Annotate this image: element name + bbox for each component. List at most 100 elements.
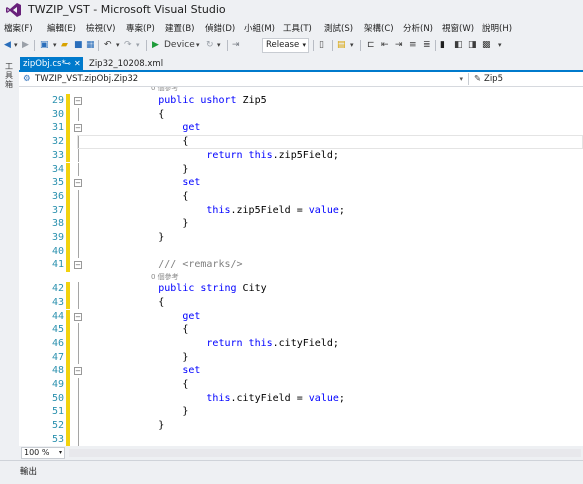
- menu-item[interactable]: 編輯(E): [47, 22, 76, 34]
- back-dropdown-icon[interactable]: ▾: [14, 39, 18, 52]
- refresh-dropdown-icon[interactable]: ▾: [217, 39, 221, 52]
- new-project-icon[interactable]: ▣: [40, 39, 49, 52]
- wrench-icon: ✎: [474, 74, 482, 84]
- change-indicator: [66, 94, 70, 108]
- chevron-down-icon: ▾: [459, 75, 463, 83]
- forward-icon[interactable]: ▶: [22, 39, 29, 52]
- code-lens-reference[interactable]: 0 個參考: [19, 273, 583, 282]
- code-text: public string City: [86, 283, 267, 295]
- line-number: 34: [51, 163, 64, 175]
- outline-guide: [78, 244, 79, 259]
- outline-guide: [78, 419, 79, 433]
- menu-item[interactable]: 專案(P): [126, 22, 155, 34]
- outline-guide: [78, 217, 79, 231]
- menu-item[interactable]: 工具(T): [283, 22, 312, 34]
- collapse-icon[interactable]: −: [74, 124, 82, 133]
- code-editor[interactable]: 0 個參考 29− public ushort Zip5 30 {31− get 3…: [19, 87, 583, 446]
- output-tab[interactable]: 輸出: [20, 465, 37, 477]
- outline-guide: [78, 432, 79, 446]
- code-text: }: [86, 218, 189, 230]
- outline-guide: [78, 231, 79, 245]
- menu-item[interactable]: 檔案(F): [4, 22, 33, 34]
- redo-icon[interactable]: ↷: [124, 39, 132, 52]
- toolbar-overflow-icon[interactable]: ▾: [498, 39, 502, 52]
- outline-guide: [78, 405, 79, 420]
- save-icon[interactable]: ■: [74, 39, 83, 52]
- menu-item[interactable]: 架構(C): [364, 22, 394, 34]
- code-line: 30 {: [19, 107, 583, 122]
- line-number: 42: [51, 283, 64, 295]
- type-dropdown[interactable]: ⚙ TWZIP_VST.zipObj.Zip32 ▾: [21, 72, 465, 86]
- tab-zipobj-cs[interactable]: zipObj.cs* ⊸ ✕: [20, 57, 83, 71]
- clear-bookmarks-icon[interactable]: ▩: [482, 39, 491, 52]
- line-number: 41: [51, 259, 64, 271]
- find-in-files-icon[interactable]: ▯: [319, 39, 324, 52]
- collapse-icon[interactable]: −: [74, 367, 82, 376]
- close-icon[interactable]: ✕: [74, 57, 81, 71]
- code-text: }: [86, 351, 189, 363]
- new-project-dropdown-icon[interactable]: ▾: [53, 39, 57, 52]
- change-indicator: [66, 217, 70, 231]
- indent-icon[interactable]: ⇤: [381, 39, 389, 52]
- horizontal-scrollbar[interactable]: [69, 449, 581, 457]
- line-number: 49: [51, 379, 64, 390]
- run-target[interactable]: Device: [164, 39, 195, 52]
- zoom-select[interactable]: 100 % ▾: [21, 447, 65, 459]
- code-lens-reference[interactable]: 0 個參考: [19, 87, 583, 93]
- undo-icon[interactable]: ↶: [104, 39, 112, 52]
- code-text: get: [86, 122, 201, 134]
- menu-item[interactable]: 分析(N): [403, 22, 433, 34]
- change-indicator: [66, 189, 70, 204]
- change-indicator: [66, 432, 70, 446]
- toolbar-separator: [227, 40, 228, 51]
- menu-item[interactable]: 檢視(V): [86, 22, 115, 34]
- collapse-icon[interactable]: −: [74, 179, 82, 188]
- menu-item[interactable]: 測試(S): [324, 22, 353, 34]
- tab-zip32-xml[interactable]: Zip32_10208.xml: [89, 57, 163, 71]
- collapse-icon[interactable]: −: [74, 97, 82, 105]
- redo-dropdown-icon[interactable]: ▾: [136, 39, 140, 52]
- menu-item[interactable]: 視窗(W): [442, 22, 474, 34]
- start-icon[interactable]: ▶: [152, 39, 159, 52]
- line-number: 31: [51, 122, 64, 134]
- menu-item[interactable]: 說明(H): [482, 22, 512, 34]
- collapse-icon[interactable]: −: [74, 312, 82, 321]
- outdent-icon[interactable]: ⇥: [395, 39, 403, 52]
- prev-bookmark-icon[interactable]: ◧: [454, 39, 463, 52]
- line-number: 40: [51, 245, 64, 257]
- collapse-icon[interactable]: −: [74, 261, 82, 270]
- save-all-icon[interactable]: ▦: [86, 39, 95, 52]
- change-indicator: [66, 309, 70, 324]
- code-line: 49 {: [19, 378, 583, 392]
- outline-guide: [78, 162, 79, 177]
- nav-divider: [468, 73, 469, 85]
- undo-dropdown-icon[interactable]: ▾: [116, 39, 120, 52]
- step-icon[interactable]: ⇥: [232, 39, 240, 52]
- comment-dropdown-icon[interactable]: ▾: [350, 39, 354, 52]
- outline-guide: [78, 295, 79, 310]
- solution-config-select[interactable]: Release ▾: [262, 38, 309, 53]
- toolbox-tab[interactable]: 工具箱: [4, 62, 14, 89]
- toolbar-separator: [313, 40, 314, 51]
- menu-item[interactable]: 小組(M): [244, 22, 275, 34]
- menu-item[interactable]: 偵錯(D): [205, 22, 235, 34]
- open-icon[interactable]: ▰: [61, 39, 68, 52]
- toolbar-separator: [98, 40, 99, 51]
- pin-icon[interactable]: ⊸: [64, 57, 71, 71]
- format-icon[interactable]: ≣: [423, 39, 431, 52]
- next-bookmark-icon[interactable]: ◨: [468, 39, 477, 52]
- align-left-icon[interactable]: ⊏: [367, 39, 375, 52]
- uncomment-icon[interactable]: ≡: [409, 39, 417, 52]
- code-line: 51 }: [19, 405, 583, 420]
- code-line: 40: [19, 244, 583, 259]
- back-icon[interactable]: ◀: [4, 39, 11, 52]
- member-dropdown[interactable]: ✎ Zip5: [472, 72, 580, 86]
- run-target-dropdown-icon[interactable]: ▾: [196, 39, 200, 52]
- menu-item[interactable]: 建置(B): [165, 22, 194, 34]
- comment-icon[interactable]: ▤: [337, 39, 346, 52]
- bookmark-icon[interactable]: ▮: [440, 39, 445, 52]
- visual-studio-logo-icon: [6, 3, 21, 17]
- class-icon: ⚙: [23, 74, 31, 84]
- code-line: 37 this.zip5Field = value;: [19, 203, 583, 218]
- refresh-icon[interactable]: ↻: [206, 39, 214, 52]
